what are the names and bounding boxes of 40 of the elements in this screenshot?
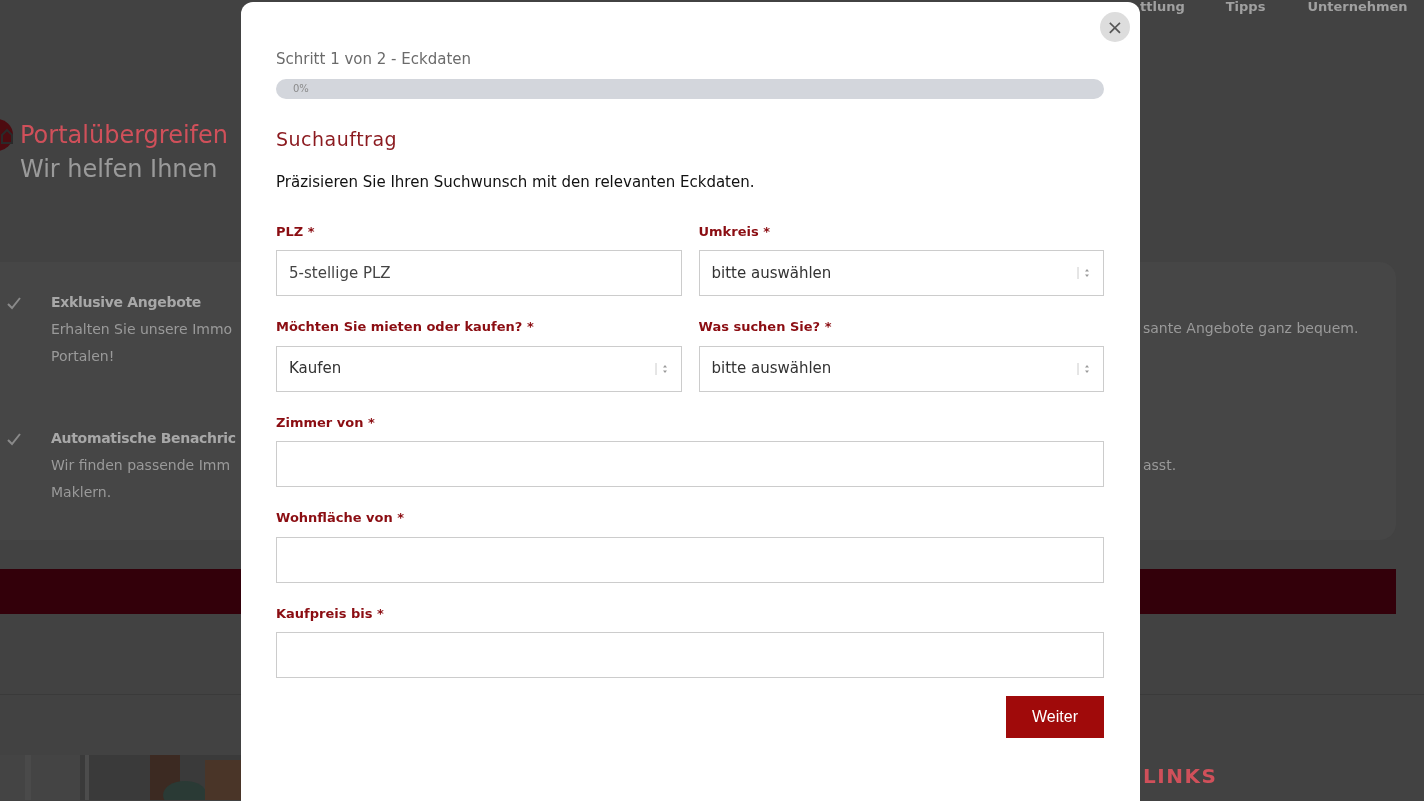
feature-title: Automatische Benachric bbox=[51, 429, 236, 448]
form-heading: Suchauftrag bbox=[276, 126, 399, 152]
nav-link[interactable]: ttlung bbox=[1140, 0, 1185, 30]
field-label: PLZ * bbox=[276, 222, 315, 241]
select-field[interactable]: bitte auswählen bbox=[698, 250, 1104, 296]
check-icon bbox=[6, 432, 22, 446]
check-icon bbox=[6, 296, 22, 310]
hero-title: Portalübergreifen bbox=[20, 120, 229, 151]
updown-arrow-icon bbox=[654, 361, 669, 376]
footer-heading: LINKS bbox=[1143, 763, 1219, 790]
close-button[interactable]: × bbox=[1100, 12, 1130, 42]
feature-text: sante Angebote ganz bequem. bbox=[1143, 319, 1360, 338]
input-field[interactable] bbox=[276, 632, 1104, 678]
submit-button[interactable]: Weiter bbox=[1006, 696, 1104, 738]
select-field[interactable]: bitte auswählen bbox=[698, 345, 1104, 392]
house-icon bbox=[0, 118, 14, 152]
feature-text: Erhalten Sie unsere Immo bbox=[51, 320, 233, 339]
field-label: Umkreis * bbox=[698, 222, 770, 241]
feature-title: Exklusive Angebote bbox=[51, 293, 203, 312]
progress-label: 0% bbox=[293, 81, 309, 96]
feature-text: Maklern. bbox=[51, 483, 113, 502]
feature-text: Wir finden passende Imm bbox=[51, 456, 232, 475]
field-label: Kaufpreis bis * bbox=[276, 604, 384, 623]
field-label: Wohnfläche von * bbox=[276, 509, 404, 527]
field-label: Was suchen Sie? * bbox=[698, 318, 832, 336]
field-label: Zimmer von * bbox=[276, 413, 375, 432]
updown-arrow-icon bbox=[1077, 361, 1091, 376]
select-field[interactable]: Kaufen bbox=[276, 345, 682, 392]
input-field[interactable] bbox=[276, 536, 1104, 583]
input-field[interactable] bbox=[276, 441, 1104, 487]
feature-text: Portalen! bbox=[51, 347, 116, 366]
nav-link[interactable]: Tipps bbox=[1225, 0, 1266, 30]
intro-text: Präzisieren Sie Ihren Suchwunsch mit den relevanten Eckdaten. bbox=[276, 172, 756, 193]
input-field[interactable]: 5-stellige PLZ bbox=[276, 250, 682, 296]
hero-subtitle: Wir helfen Ihnen bbox=[20, 154, 219, 185]
feature-text: asst. bbox=[1143, 456, 1178, 475]
nav-link[interactable]: Unternehmen bbox=[1307, 0, 1408, 30]
field-label: Möchten Sie mieten oder kaufen? * bbox=[276, 318, 534, 336]
step-label: Schritt 1 von 2 - Eckdaten bbox=[276, 49, 472, 70]
updown-arrow-icon bbox=[1077, 266, 1091, 280]
